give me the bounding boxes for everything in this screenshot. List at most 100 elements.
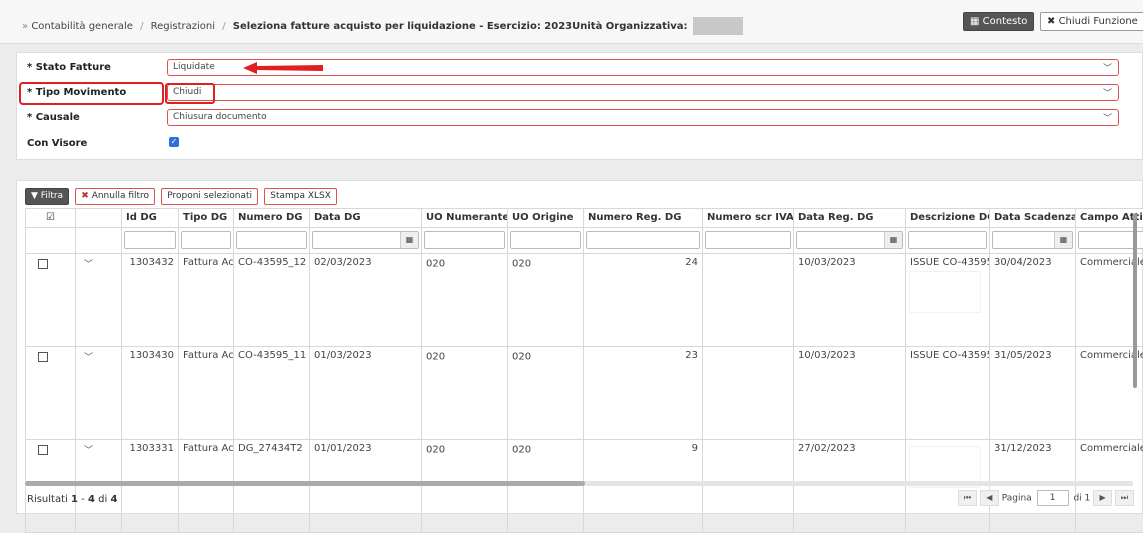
scrollbar-thumb[interactable] <box>25 481 585 486</box>
breadcrumb: » Contabilità generale / Registrazioni /… <box>22 17 743 35</box>
page-label: Pagina <box>1002 494 1032 504</box>
cell-data-dg: 01/03/2023 <box>310 347 422 440</box>
cell-numero-dg: CO-43595_12 <box>234 254 310 347</box>
cell-uo-numerante: 020 <box>422 347 508 440</box>
stato-fatture-label: * Stato Fatture <box>27 62 111 73</box>
contesto-button[interactable]: ▦ Contesto <box>963 12 1034 31</box>
redacted-area <box>448 257 470 270</box>
cell-tipo-dg: Fattura Acquisto <box>179 347 234 440</box>
column-header-data-dg[interactable]: Data DG <box>310 209 422 228</box>
redacted-area <box>448 443 470 456</box>
chevron-down-icon: ﹀ <box>1103 111 1112 124</box>
cell-id-dg: 1303432 <box>122 254 179 347</box>
column-header-numero-scr-iva[interactable]: Numero scr IVA <box>703 209 794 228</box>
column-header-id-dg[interactable]: Id DG <box>122 209 179 228</box>
calendar-icon[interactable]: ▦ <box>400 232 418 248</box>
filter-input-numero-reg-dg[interactable] <box>586 231 700 249</box>
column-header-uo-origine[interactable]: UO Origine <box>508 209 584 228</box>
cell-numero-scr-iva <box>703 347 794 440</box>
con-visore-checkbox[interactable]: ✓ <box>169 137 179 147</box>
redacted-area <box>534 443 556 456</box>
filter-input-numero-scr-iva[interactable] <box>705 231 791 249</box>
page-number-input[interactable]: 1 <box>1037 490 1069 506</box>
cell-data-dg: 02/03/2023 <box>310 254 422 347</box>
filter-input-data-dg[interactable]: ▦ <box>312 231 419 249</box>
column-header-numero-dg[interactable]: Numero DG <box>234 209 310 228</box>
cell-uo-origine: 020 <box>508 347 584 440</box>
breadcrumb-item-contabilita[interactable]: Contabilità generale <box>31 21 133 32</box>
filter-input-data-scadenza[interactable]: ▦ <box>992 231 1073 249</box>
calendar-icon[interactable]: ▦ <box>1054 232 1072 248</box>
row-checkbox[interactable] <box>38 445 48 455</box>
table-filter-row: ▦ ▦ ▦ <box>26 228 1143 254</box>
column-header-data-scadenza[interactable]: Data Scadenza <box>990 209 1076 228</box>
chiudi-funzione-button[interactable]: ✖ Chiudi Funzione <box>1040 12 1143 31</box>
form-row-causale: * Causale Chiusura documento ﹀ <box>17 107 1143 129</box>
previous-page-icon[interactable]: ◀ <box>980 490 999 506</box>
first-page-icon[interactable]: ⏮ <box>958 490 977 506</box>
stampa-xlsx-button[interactable]: Stampa XLSX <box>264 188 337 205</box>
proponi-selezionati-button[interactable]: Proponi selezionati <box>161 188 258 205</box>
cell-numero-dg: DG_27434T2 <box>234 440 310 533</box>
filter-input-descrizione-dg[interactable] <box>908 231 987 249</box>
cell-data-scadenza: 31/12/2023 <box>990 440 1076 533</box>
last-page-icon[interactable]: ⏭ <box>1115 490 1134 506</box>
redacted-area <box>448 350 470 363</box>
next-page-icon[interactable]: ▶ <box>1093 490 1112 506</box>
filtra-button[interactable]: ▼ Filtra <box>25 188 69 205</box>
cell-uo-numerante: 020 <box>422 254 508 347</box>
cell-data-scadenza: 31/05/2023 <box>990 347 1076 440</box>
vertical-scrollbar[interactable] <box>1133 213 1137 388</box>
form-row-stato-fatture: * Stato Fatture Liquidate ﹀ <box>17 57 1143 79</box>
filter-input-uo-origine[interactable] <box>510 231 581 249</box>
tipo-movimento-select[interactable]: Chiudi ﹀ <box>167 84 1119 101</box>
column-header-descrizione-dg[interactable]: Descrizione DG <box>906 209 990 228</box>
chevron-down-icon[interactable]: ﹀ <box>84 260 93 270</box>
cell-campo-attivita: Commerciale <box>1076 440 1143 533</box>
cell-tipo-dg: Fattura Acquisto <box>179 254 234 347</box>
cell-uo-numerante: 020 <box>422 440 508 533</box>
cell-uo-origine: 020 <box>508 254 584 347</box>
column-header-numero-reg-dg[interactable]: Numero Reg. DG <box>584 209 703 228</box>
con-visore-label: Con Visore <box>27 138 87 149</box>
table-row[interactable]: ﹀ 1303430 Fattura Acquisto CO-43595_11 0… <box>26 347 1143 440</box>
cell-data-reg-dg: 27/02/2023 <box>794 440 906 533</box>
causale-select[interactable]: Chiusura documento ﹀ <box>167 109 1119 126</box>
filter-input-id-dg[interactable] <box>124 231 176 249</box>
row-checkbox[interactable] <box>38 352 48 362</box>
breadcrumb-separator: / <box>222 21 225 32</box>
table-row[interactable]: ﹀ 1303331 Fattura Acquisto DG_27434T2 01… <box>26 440 1143 533</box>
breadcrumb-home-icon[interactable]: » <box>22 21 28 32</box>
breadcrumb-item-registrazioni[interactable]: Registrazioni <box>151 21 215 32</box>
chevron-down-icon[interactable]: ﹀ <box>84 446 93 456</box>
cell-numero-scr-iva <box>703 254 794 347</box>
redacted-area <box>534 257 556 270</box>
expand-column-header <box>76 209 122 228</box>
horizontal-scrollbar[interactable] <box>25 481 1133 486</box>
column-header-data-reg-dg[interactable]: Data Reg. DG <box>794 209 906 228</box>
filter-input-tipo-dg[interactable] <box>181 231 231 249</box>
filter-form: * Stato Fatture Liquidate ﹀ * Tipo Movim… <box>16 52 1143 160</box>
column-header-uo-numerante[interactable]: UO Numerante <box>422 209 508 228</box>
filter-input-numero-dg[interactable] <box>236 231 307 249</box>
pagination: ⏮ ◀ Pagina 1 di 1 ▶ ⏭ <box>958 490 1134 506</box>
filter-input-uo-numerante[interactable] <box>424 231 505 249</box>
cell-numero-dg: CO-43595_11 <box>234 347 310 440</box>
table-header-row: ☑ Id DG Tipo DG Numero DG Data DG UO Num… <box>26 209 1143 228</box>
column-header-tipo-dg[interactable]: Tipo DG <box>179 209 234 228</box>
table-row[interactable]: ﹀ 1303432 Fattura Acquisto CO-43595_12 0… <box>26 254 1143 347</box>
chevron-down-icon[interactable]: ﹀ <box>84 353 93 363</box>
cell-id-dg: 1303331 <box>122 440 179 533</box>
cell-data-dg: 01/01/2023 <box>310 440 422 533</box>
row-checkbox[interactable] <box>38 259 48 269</box>
filter-input-data-reg-dg[interactable]: ▦ <box>796 231 903 249</box>
calendar-icon[interactable]: ▦ <box>884 232 902 248</box>
annotation-highlight-box <box>19 82 164 105</box>
redacted-area <box>693 17 743 35</box>
grid-icon: ▦ <box>970 16 979 27</box>
cell-descrizione-dg: ISSUE CO-43595_12 FT ACQ <box>906 254 990 347</box>
annulla-filtro-button[interactable]: ✖ Annulla filtro <box>75 188 155 205</box>
filter-icon: ▼ <box>31 191 38 201</box>
select-all-checkbox[interactable]: ☑ <box>26 209 76 228</box>
cell-descrizione-dg <box>906 440 990 533</box>
